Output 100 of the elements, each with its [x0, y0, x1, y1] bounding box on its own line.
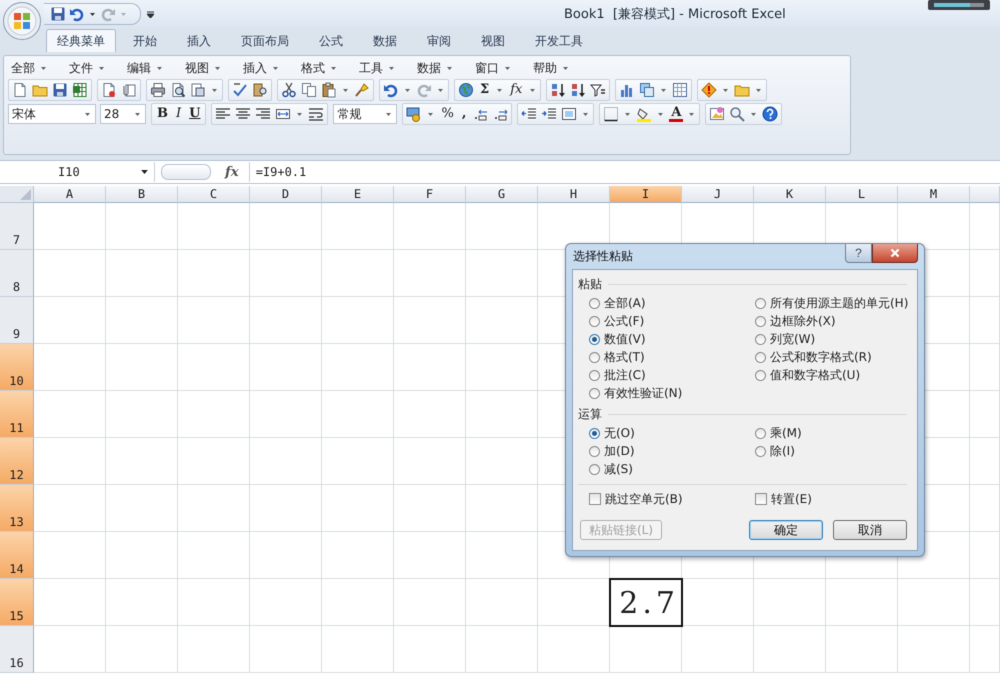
- option-label[interactable]: 批注(C): [604, 366, 646, 384]
- radio-button[interactable]: [755, 352, 766, 362]
- table-cell[interactable]: [322, 297, 394, 344]
- table-cell[interactable]: [322, 485, 394, 532]
- row-header[interactable]: 12: [0, 438, 34, 485]
- option-label[interactable]: 有效性验证(N): [604, 384, 682, 402]
- table-cell[interactable]: [34, 579, 106, 626]
- menu-item[interactable]: 工具: [356, 60, 414, 76]
- table-icon[interactable]: [672, 82, 688, 98]
- radio-button[interactable]: [589, 428, 600, 438]
- table-cell[interactable]: [898, 579, 970, 626]
- spell-check-icon[interactable]: [232, 82, 248, 98]
- table-cell[interactable]: [106, 391, 178, 438]
- globe-icon[interactable]: [458, 82, 474, 98]
- page-setup-icon[interactable]: [190, 82, 206, 98]
- option-label[interactable]: 减(S): [604, 460, 633, 478]
- table-cell[interactable]: [466, 297, 538, 344]
- spreadsheet-icon[interactable]: [72, 82, 88, 98]
- table-cell[interactable]: [178, 391, 250, 438]
- ribbon-tab[interactable]: 审阅: [414, 30, 464, 52]
- table-cell[interactable]: [610, 626, 682, 673]
- table-cell[interactable]: [394, 485, 466, 532]
- table-cell[interactable]: [466, 579, 538, 626]
- formula-field[interactable]: =I9+0.1: [248, 162, 1000, 182]
- column-header[interactable]: [970, 186, 1000, 203]
- table-cell[interactable]: [826, 579, 898, 626]
- document-permission-icon[interactable]: [101, 82, 117, 98]
- ribbon-tab[interactable]: 视图: [468, 30, 518, 52]
- option-label[interactable]: 边框除外(X): [770, 312, 836, 330]
- option-label[interactable]: 数值(V): [604, 330, 646, 348]
- column-header[interactable]: I: [610, 186, 682, 203]
- cut-icon[interactable]: [281, 82, 297, 98]
- option-label[interactable]: 格式(T): [604, 348, 645, 366]
- pivot-icon[interactable]: [639, 82, 656, 98]
- save-icon[interactable]: [50, 6, 66, 22]
- table-cell[interactable]: [106, 297, 178, 344]
- column-header[interactable]: H: [538, 186, 610, 203]
- underline-button[interactable]: U: [187, 106, 202, 122]
- printer-icon[interactable]: [150, 82, 166, 98]
- table-cell[interactable]: [178, 297, 250, 344]
- menu-item[interactable]: 视图: [182, 60, 240, 76]
- table-cell[interactable]: [754, 626, 826, 673]
- new-document-icon[interactable]: [12, 82, 28, 98]
- table-cell[interactable]: [250, 344, 322, 391]
- radio-button[interactable]: [755, 316, 766, 326]
- table-cell[interactable]: [34, 532, 106, 579]
- copy-icon[interactable]: [301, 82, 317, 98]
- table-cell[interactable]: [178, 438, 250, 485]
- table-cell[interactable]: [970, 250, 1000, 297]
- table-cell[interactable]: [250, 626, 322, 673]
- table-cell[interactable]: [466, 391, 538, 438]
- column-header[interactable]: A: [34, 186, 106, 203]
- table-cell[interactable]: [34, 391, 106, 438]
- table-cell[interactable]: [466, 626, 538, 673]
- number-format-field[interactable]: 常规: [333, 104, 398, 124]
- checkbox[interactable]: [755, 493, 767, 505]
- radio-button[interactable]: [755, 370, 766, 380]
- row-header[interactable]: 9: [0, 297, 34, 344]
- radio-button[interactable]: [755, 298, 766, 308]
- row-header[interactable]: 14: [0, 532, 34, 579]
- row-header[interactable]: 8: [0, 250, 34, 297]
- sort-descending-icon[interactable]: [570, 82, 586, 98]
- table-cell[interactable]: [322, 579, 394, 626]
- table-cell[interactable]: [322, 626, 394, 673]
- table-cell[interactable]: [34, 626, 106, 673]
- radio-button[interactable]: [589, 446, 600, 456]
- column-header[interactable]: M: [898, 186, 970, 203]
- table-cell[interactable]: [466, 532, 538, 579]
- table-cell[interactable]: [394, 391, 466, 438]
- redo-icon[interactable]: [416, 82, 432, 98]
- font-size-field[interactable]: 28: [100, 104, 146, 124]
- table-cell[interactable]: [970, 626, 1000, 673]
- column-header[interactable]: C: [178, 186, 250, 203]
- ribbon-tab[interactable]: 公式: [306, 30, 356, 52]
- ribbon-tab[interactable]: 开始: [120, 30, 170, 52]
- table-cell[interactable]: [106, 250, 178, 297]
- corner-triangle-icon[interactable]: [20, 189, 31, 200]
- print-preview-icon[interactable]: [170, 82, 186, 98]
- close-button[interactable]: [872, 244, 918, 263]
- table-cell[interactable]: [250, 297, 322, 344]
- column-header[interactable]: B: [106, 186, 178, 203]
- table-cell[interactable]: [466, 203, 538, 250]
- table-cell[interactable]: [178, 579, 250, 626]
- undo-icon[interactable]: [69, 6, 85, 22]
- table-cell[interactable]: [178, 203, 250, 250]
- checkbox-label[interactable]: 转置(E): [771, 490, 812, 508]
- column-header[interactable]: E: [322, 186, 394, 203]
- column-header[interactable]: D: [250, 186, 322, 203]
- table-cell[interactable]: [34, 250, 106, 297]
- font-color-button[interactable]: A: [669, 106, 684, 122]
- table-cell[interactable]: [250, 579, 322, 626]
- resize-handle[interactable]: [161, 164, 211, 180]
- table-cell[interactable]: [106, 532, 178, 579]
- option-label[interactable]: 值和数字格式(U): [770, 366, 860, 384]
- ribbon-tab[interactable]: 开发工具: [522, 30, 596, 52]
- filter-icon[interactable]: [590, 82, 606, 98]
- table-cell[interactable]: [106, 485, 178, 532]
- menu-item[interactable]: 数据: [414, 60, 472, 76]
- table-cell[interactable]: [178, 485, 250, 532]
- warning-diamond-icon[interactable]: [701, 82, 718, 98]
